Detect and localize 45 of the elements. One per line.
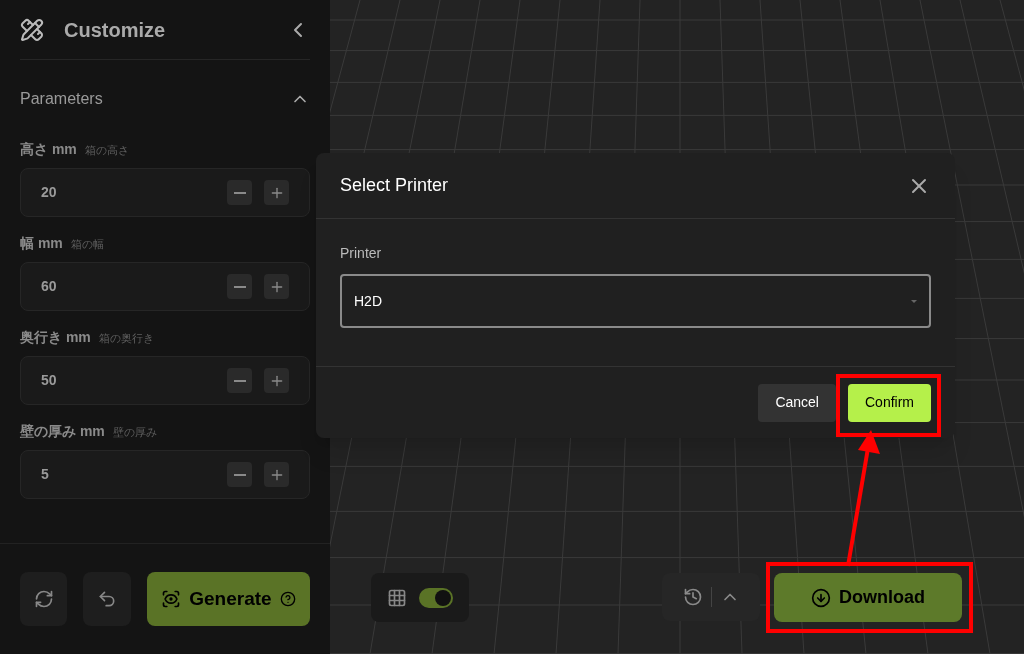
grid-icon: [387, 587, 407, 608]
parameter-label: 奥行き mm: [20, 328, 91, 347]
decrement-button[interactable]: [227, 368, 252, 393]
parameter-label: 壁の厚み mm: [20, 422, 105, 441]
parameter-hint: 箱の奥行き: [98, 331, 154, 346]
minus-icon: [233, 191, 246, 194]
number-field[interactable]: 50: [20, 356, 310, 405]
parameter-label: 高さ mm: [20, 140, 77, 159]
download-icon: [811, 587, 831, 608]
history-button[interactable]: [682, 587, 703, 607]
parameter-hint: 箱の高さ: [84, 143, 129, 158]
printer-select[interactable]: H2D: [340, 274, 931, 328]
generate-button[interactable]: Generate: [146, 572, 310, 626]
decrement-button[interactable]: [227, 274, 252, 299]
parameter-hint: 箱の幅: [70, 237, 104, 252]
download-button[interactable]: Download: [774, 573, 962, 622]
minus-icon: [233, 473, 246, 476]
minus-icon: [233, 379, 246, 382]
minus-icon: [233, 285, 246, 288]
increment-button[interactable]: [264, 368, 289, 393]
parameter-hint: 壁の厚み: [112, 425, 157, 440]
cancel-button[interactable]: Cancel: [758, 383, 836, 422]
refresh-button[interactable]: [20, 572, 68, 626]
grid-toggle[interactable]: [419, 587, 453, 608]
confirm-button[interactable]: Confirm: [848, 383, 931, 422]
field-label: Printer: [340, 244, 383, 263]
eye-scan-icon: [161, 589, 182, 609]
number-field[interactable]: 5: [20, 450, 310, 499]
undo-button[interactable]: [83, 572, 131, 626]
ruler-pencil-icon: [20, 17, 44, 42]
number-field[interactable]: 20: [20, 168, 310, 217]
history-icon: [682, 587, 703, 607]
increment-button[interactable]: [264, 462, 289, 487]
caret-icon: [911, 299, 917, 303]
decrement-button[interactable]: [227, 462, 252, 487]
parameter-label: 幅 mm: [20, 234, 63, 253]
section-title: Parameters: [20, 89, 103, 109]
panel-title: Customize: [64, 17, 166, 43]
dialog-title: Select Printer: [340, 174, 449, 197]
increment-button[interactable]: [264, 180, 289, 205]
help-icon: [279, 591, 296, 607]
decrement-button[interactable]: [227, 180, 252, 205]
increment-button[interactable]: [264, 274, 289, 299]
number-field[interactable]: 60: [20, 262, 310, 311]
refresh-icon: [33, 589, 54, 609]
